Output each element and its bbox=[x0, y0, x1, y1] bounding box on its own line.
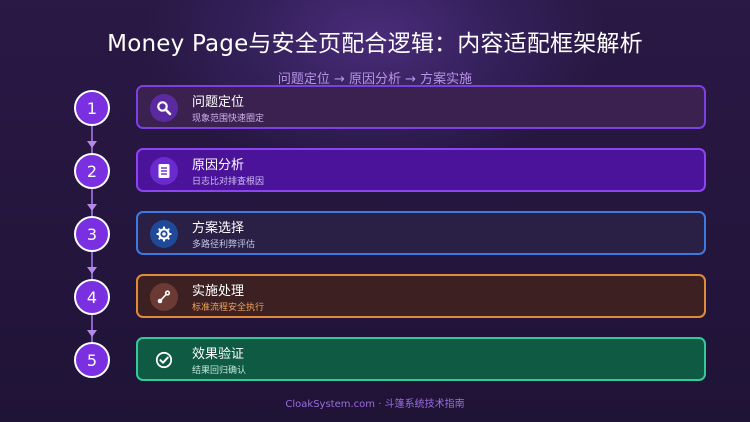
check-circle-icon bbox=[150, 346, 178, 374]
footer-credit[interactable]: CloakSystem.com · 斗篷系统技术指南 bbox=[0, 395, 750, 410]
timeline-arrow bbox=[87, 267, 97, 274]
step-title: 实施处理 bbox=[192, 284, 245, 299]
timeline-arrow bbox=[87, 141, 97, 148]
document-icon bbox=[150, 157, 178, 185]
step-title: 问题定位 bbox=[192, 95, 245, 110]
step-card-implementation[interactable]: 实施处理 标准流程安全执行 bbox=[136, 274, 706, 318]
step-card-cause-analysis[interactable]: 原因分析 日志比对排查根因 bbox=[136, 148, 706, 192]
step-title: 效果验证 bbox=[192, 347, 245, 362]
timeline-arrow bbox=[87, 204, 97, 211]
slide-canvas: Money Page与安全页配合逻辑：内容适配框架解析 问题定位 → 原因分析 … bbox=[0, 0, 750, 422]
step-desc: 现象范围快速圈定 bbox=[192, 114, 265, 124]
search-icon bbox=[150, 94, 178, 122]
step-number-2: 2 bbox=[74, 153, 110, 189]
step-desc: 多路径利弊评估 bbox=[192, 240, 256, 250]
step-number-5: 5 bbox=[74, 342, 110, 378]
gear-icon bbox=[150, 220, 178, 248]
step-desc: 日志比对排查根因 bbox=[192, 177, 265, 187]
route-icon bbox=[150, 283, 178, 311]
step-number-1: 1 bbox=[74, 90, 110, 126]
step-card-plan-selection[interactable]: 方案选择 多路径利弊评估 bbox=[136, 211, 706, 255]
step-card-verification[interactable]: 效果验证 结果回归确认 bbox=[136, 337, 706, 381]
step-title: 原因分析 bbox=[192, 158, 245, 173]
timeline-arrow bbox=[87, 330, 97, 337]
step-title: 方案选择 bbox=[192, 221, 245, 236]
step-desc: 结果回归确认 bbox=[192, 366, 247, 376]
page-title: Money Page与安全页配合逻辑：内容适配框架解析 bbox=[107, 31, 643, 57]
step-desc: 标准流程安全执行 bbox=[192, 303, 265, 313]
step-card-problem-locating[interactable]: 问题定位 现象范围快速圈定 bbox=[136, 85, 706, 129]
step-number-3: 3 bbox=[74, 216, 110, 252]
step-number-4: 4 bbox=[74, 279, 110, 315]
